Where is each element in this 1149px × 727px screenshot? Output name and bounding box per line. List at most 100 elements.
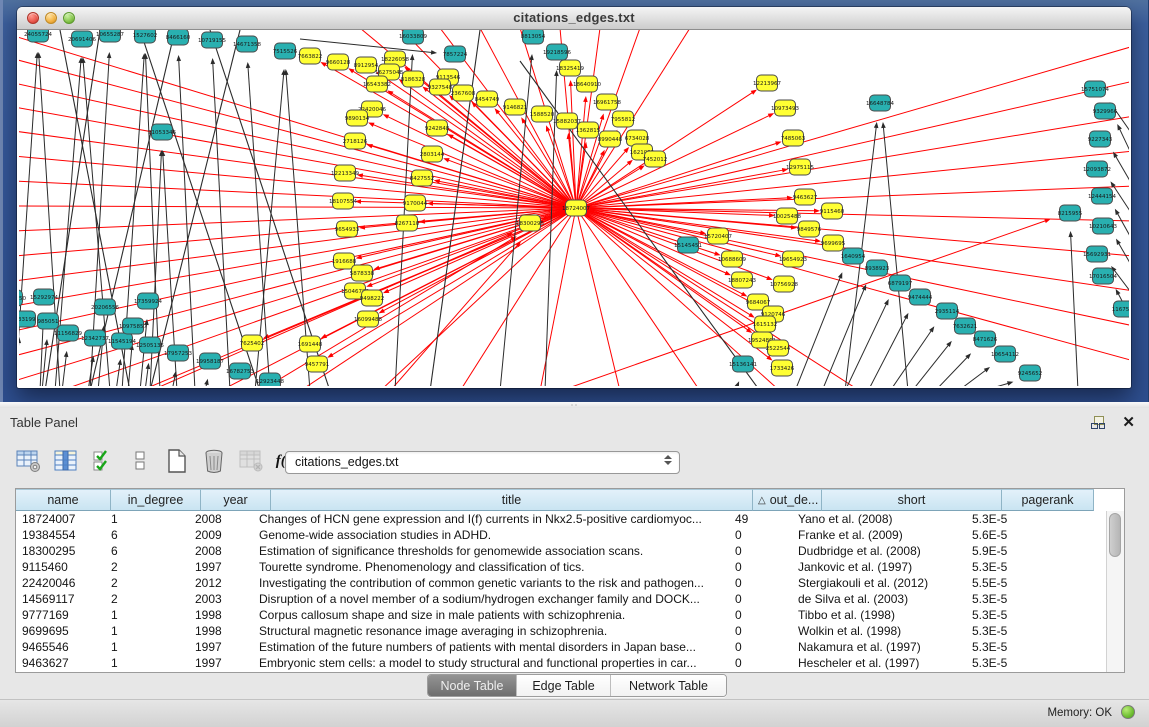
graph-node[interactable]: 8466160 [166, 30, 191, 45]
graph-node[interactable]: 8471626 [973, 331, 998, 347]
graph-node[interactable]: 11545194 [108, 333, 136, 349]
table-row[interactable]: 1938455462009Genome-wide association stu… [16, 527, 1106, 543]
graph-node[interactable]: 10025488 [773, 208, 801, 224]
graph-node[interactable]: 9660128 [326, 54, 351, 70]
graph-node[interactable]: 10719155 [198, 32, 226, 48]
graph-node[interactable]: 9170044 [403, 195, 428, 211]
graph-node[interactable]: 24055724 [24, 30, 52, 42]
node-table[interactable]: namein_degreeyeartitle△out_de...shortpag… [15, 488, 1125, 673]
graph-node[interactable]: 7955812 [611, 111, 636, 127]
graph-node[interactable]: 12444154 [1088, 188, 1116, 204]
graph-node[interactable]: 19654923 [779, 251, 807, 267]
graph-node[interactable]: 9498222 [360, 290, 385, 306]
graph-node[interactable]: 10654112 [991, 346, 1019, 362]
graph-node[interactable]: 20691406 [68, 31, 96, 47]
column-header-name[interactable]: name [16, 489, 111, 511]
graph-node[interactable]: 1640954 [841, 248, 866, 264]
graph-node[interactable]: 7515526 [273, 43, 298, 59]
graph-node[interactable]: 1167534 [1112, 301, 1129, 317]
table-settings-icon[interactable] [15, 447, 43, 475]
graph-node[interactable]: 2367608 [451, 85, 476, 101]
graph-node[interactable]: 18107554 [329, 193, 357, 209]
graph-node[interactable]: 9849576 [797, 221, 822, 237]
graph-node[interactable]: 9327548 [428, 79, 453, 95]
table-row[interactable]: 969969511998Structural magnetic resonanc… [16, 623, 1106, 639]
graph-node[interactable]: 10973493 [771, 100, 799, 116]
column-header-short[interactable]: short [822, 489, 1002, 511]
graph-node[interactable]: 17016504 [1089, 268, 1117, 284]
graph-node[interactable]: 5878338 [350, 265, 375, 281]
graph-node[interactable]: 12213349 [331, 165, 359, 181]
table-row[interactable]: 977716911998Corpus callosum shape and si… [16, 607, 1106, 623]
graph-node[interactable]: 10975857 [119, 318, 147, 334]
network-canvas[interactable]: 2405572420691406106552871527602846616010… [19, 30, 1129, 386]
tab-edge-table[interactable]: Edge Table [517, 675, 611, 696]
graph-node[interactable]: 9457791 [305, 356, 330, 372]
graph-node[interactable]: 7857224 [443, 46, 468, 62]
graph-node[interactable]: 1733426 [770, 360, 795, 376]
graph-node[interactable]: 8813054 [521, 30, 546, 44]
scrollbar-thumb[interactable] [1109, 513, 1121, 557]
window-titlebar[interactable]: citations_edges.txt [17, 7, 1131, 30]
graph-node[interactable]: 2803144 [420, 146, 445, 162]
graph-node[interactable]: 19218596 [543, 44, 571, 60]
graph-node[interactable]: 12975115 [786, 159, 814, 175]
table-row[interactable]: 946362711997Embryonic stem cells: a mode… [16, 655, 1106, 671]
graph-node[interactable]: 16033809 [399, 30, 427, 44]
table-row[interactable]: 1872400712008Changes of HCN gene express… [16, 511, 1106, 527]
graph-node[interactable]: 19958187 [196, 353, 224, 369]
column-header-out_de[interactable]: △out_de... [753, 489, 822, 511]
graph-node[interactable]: 1362815 [576, 122, 601, 138]
column-header-title[interactable]: title [271, 489, 753, 511]
graph-node[interactable]: 8267110 [395, 215, 420, 231]
show-column-icon[interactable] [52, 447, 80, 475]
graph-node[interactable]: 18300295 [516, 215, 544, 231]
graph-node[interactable]: 8990448 [598, 131, 623, 147]
graph-node[interactable]: 15751074 [1081, 81, 1109, 97]
network-selector-dropdown[interactable]: citations_edges.txt [285, 451, 680, 474]
graph-node[interactable]: 15720407 [704, 228, 732, 244]
select-rows-icon[interactable] [89, 447, 117, 475]
tab-network-table[interactable]: Network Table [611, 675, 726, 696]
graph-node[interactable]: 9890134 [345, 110, 370, 126]
graph-node[interactable]: 15292974 [30, 289, 58, 305]
table-row[interactable]: 1456911722003Disruption of a novel membe… [16, 591, 1106, 607]
graph-node[interactable]: 11156829 [54, 325, 82, 341]
network-graph[interactable]: 2405572420691406106552871527602846616010… [19, 30, 1129, 386]
graph-node[interactable]: 14671358 [233, 36, 261, 52]
table-row[interactable]: 1830029562008Estimation of significance … [16, 543, 1106, 559]
column-header-pagerank[interactable]: pagerank [1002, 489, 1094, 511]
graph-node[interactable]: 9474444 [908, 289, 933, 305]
graph-node[interactable]: 9654933 [335, 221, 360, 237]
tab-node-table[interactable]: Node Table [428, 675, 517, 696]
delete-rows-icon[interactable] [200, 447, 228, 475]
column-header-in_degree[interactable]: in_degree [111, 489, 201, 511]
graph-node[interactable]: 12342737 [81, 330, 109, 346]
graph-node[interactable]: 17359924 [134, 293, 162, 309]
graph-node[interactable]: 18325419 [556, 60, 584, 76]
panel-close-icon[interactable]: ✕ [1122, 413, 1135, 431]
graph-node[interactable]: 20206556 [91, 299, 119, 315]
graph-node[interactable]: 8186328 [401, 71, 426, 87]
graph-node[interactable]: 15136141 [729, 356, 757, 372]
graph-node[interactable]: 1527602 [133, 30, 158, 43]
graph-node[interactable]: 985051 [38, 313, 59, 329]
graph-node[interactable]: 933199 [19, 311, 36, 327]
graph-node[interactable]: 12505135 [136, 337, 164, 353]
graph-node[interactable]: 8454749 [475, 91, 500, 107]
column-header-year[interactable]: year [201, 489, 271, 511]
graph-node[interactable]: 21053346 [148, 124, 176, 140]
graph-node[interactable]: 7452012 [643, 151, 668, 167]
graph-node[interactable]: 9463627 [793, 189, 818, 205]
graph-node[interactable]: 18724007 [562, 200, 590, 216]
graph-node[interactable]: 16099488 [354, 311, 382, 327]
graph-node[interactable]: 2522544 [766, 340, 791, 356]
graph-node[interactable]: 16961758 [593, 94, 621, 110]
graph-node[interactable]: 7632621 [953, 318, 978, 334]
row-height-icon[interactable] [126, 447, 154, 475]
graph-node[interactable]: 12213967 [753, 75, 781, 91]
graph-node[interactable]: 6879197 [888, 275, 913, 291]
graph-node[interactable]: 16543382 [363, 76, 391, 92]
graph-node[interactable]: 16782753 [226, 363, 254, 379]
graph-node[interactable]: 7485063 [781, 130, 806, 146]
